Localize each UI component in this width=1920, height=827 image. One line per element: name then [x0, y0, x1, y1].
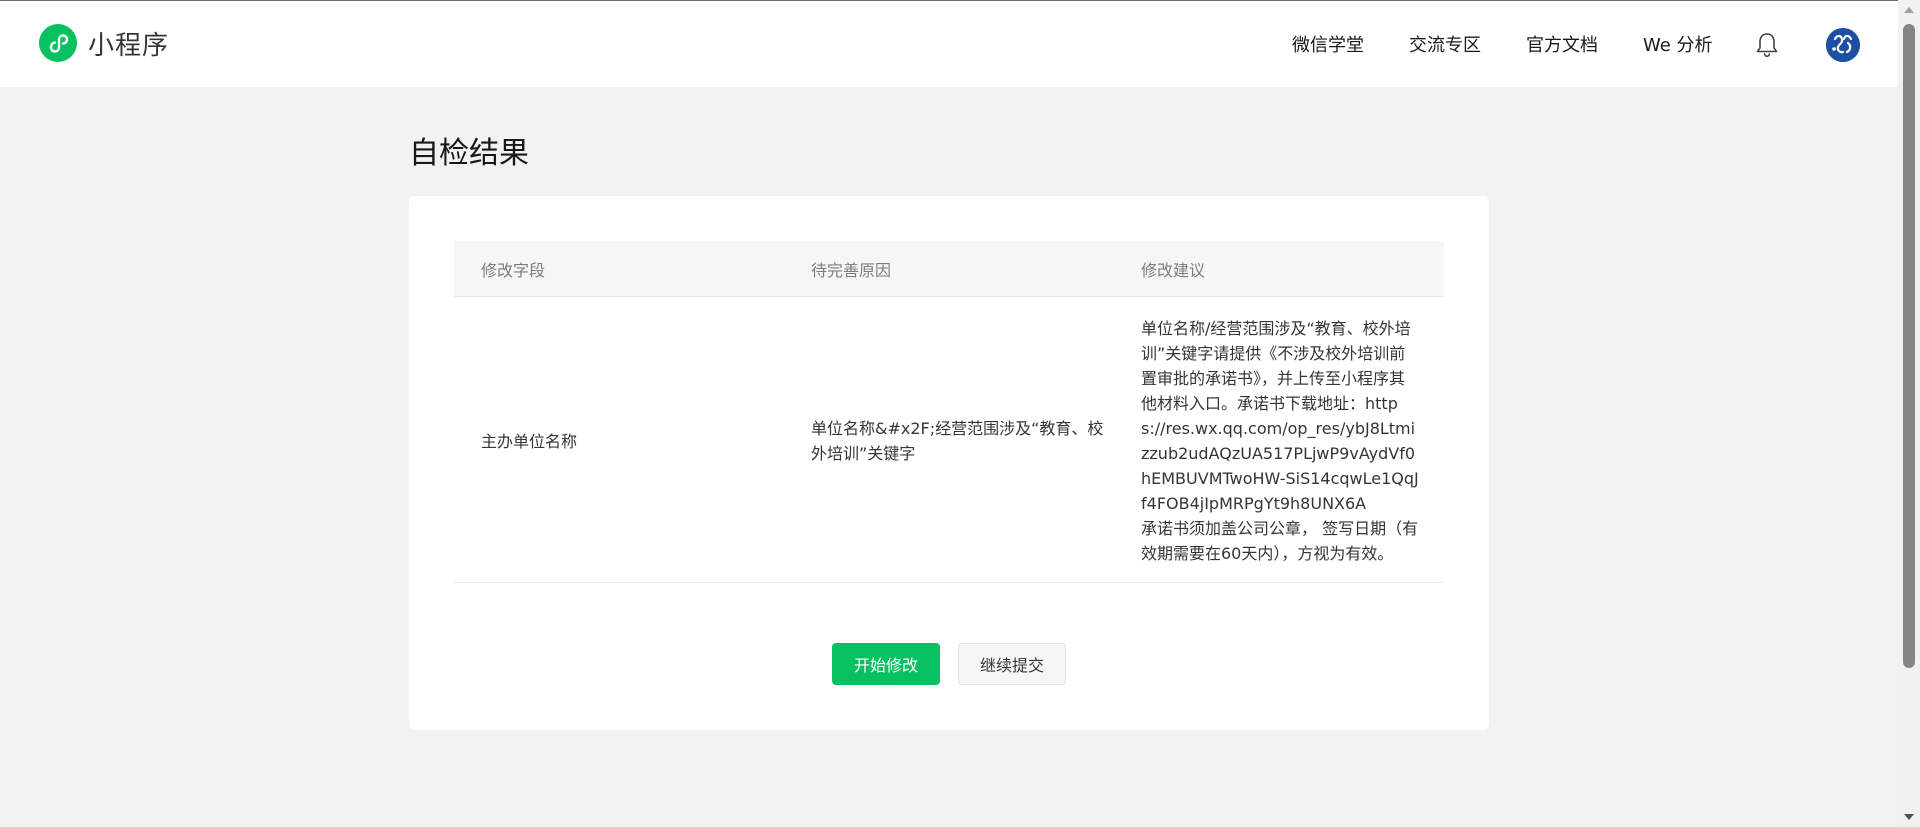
suggestion-note: 承诺书须加盖公司公章， 签写日期（有效期需要在60天内），方视为有效。: [1141, 519, 1419, 563]
suggestion-text: 单位名称/经营范围涉及“教育、校外培训”关键字请提供《不涉及校外培训前置审批的承…: [1141, 319, 1419, 513]
continue-submit-button[interactable]: 继续提交: [958, 643, 1066, 685]
scroll-thumb[interactable]: [1903, 24, 1915, 668]
scrollbar[interactable]: [1898, 0, 1920, 827]
column-header-suggestion: 修改建议: [1141, 260, 1206, 280]
top-nav: 微信学堂 交流专区 官方文档 We 分析: [1292, 31, 1713, 57]
nav-we-analysis[interactable]: We 分析: [1643, 31, 1713, 57]
page: 小程序 微信学堂 交流专区 官方文档 We 分析 自检结果 修改字段 待完善原因…: [0, 0, 1920, 827]
page-title: 自检结果: [409, 136, 529, 171]
nav-docs[interactable]: 官方文档: [1526, 31, 1598, 57]
user-avatar[interactable]: [1826, 28, 1860, 62]
logo[interactable]: 小程序: [39, 24, 169, 62]
top-header: 小程序 微信学堂 交流专区 官方文档 We 分析: [0, 0, 1898, 87]
nav-wechat-academy[interactable]: 微信学堂: [1292, 31, 1364, 57]
cell-field: 主办单位名称: [481, 431, 578, 451]
column-header-field: 修改字段: [481, 260, 546, 280]
action-buttons: 开始修改 继续提交: [832, 643, 1066, 685]
bell-icon[interactable]: [1754, 31, 1780, 59]
cell-suggestion: 单位名称/经营范围涉及“教育、校外培训”关键字请提供《不涉及校外培训前置审批的承…: [1114, 316, 1444, 566]
scroll-down-arrow-icon[interactable]: [1898, 807, 1920, 827]
scroll-up-arrow-icon[interactable]: [1898, 0, 1920, 20]
cell-reason: 单位名称&#x2F;经营范围涉及“教育、校外培训”关键字: [811, 419, 1104, 463]
mini-program-logo-icon: [39, 24, 77, 62]
result-card: 修改字段 待完善原因 修改建议 主办单位名称 单位名称&#x2F;经营范围涉及“…: [409, 196, 1489, 730]
start-edit-button[interactable]: 开始修改: [832, 643, 940, 685]
column-header-reason: 待完善原因: [811, 260, 892, 280]
table-row: 主办单位名称 单位名称&#x2F;经营范围涉及“教育、校外培训”关键字 单位名称…: [454, 297, 1444, 583]
nav-community[interactable]: 交流专区: [1409, 31, 1481, 57]
table-header: 修改字段 待完善原因 修改建议: [454, 241, 1444, 297]
result-table: 修改字段 待完善原因 修改建议 主办单位名称 单位名称&#x2F;经营范围涉及“…: [454, 241, 1444, 583]
logo-text: 小程序: [88, 30, 170, 61]
